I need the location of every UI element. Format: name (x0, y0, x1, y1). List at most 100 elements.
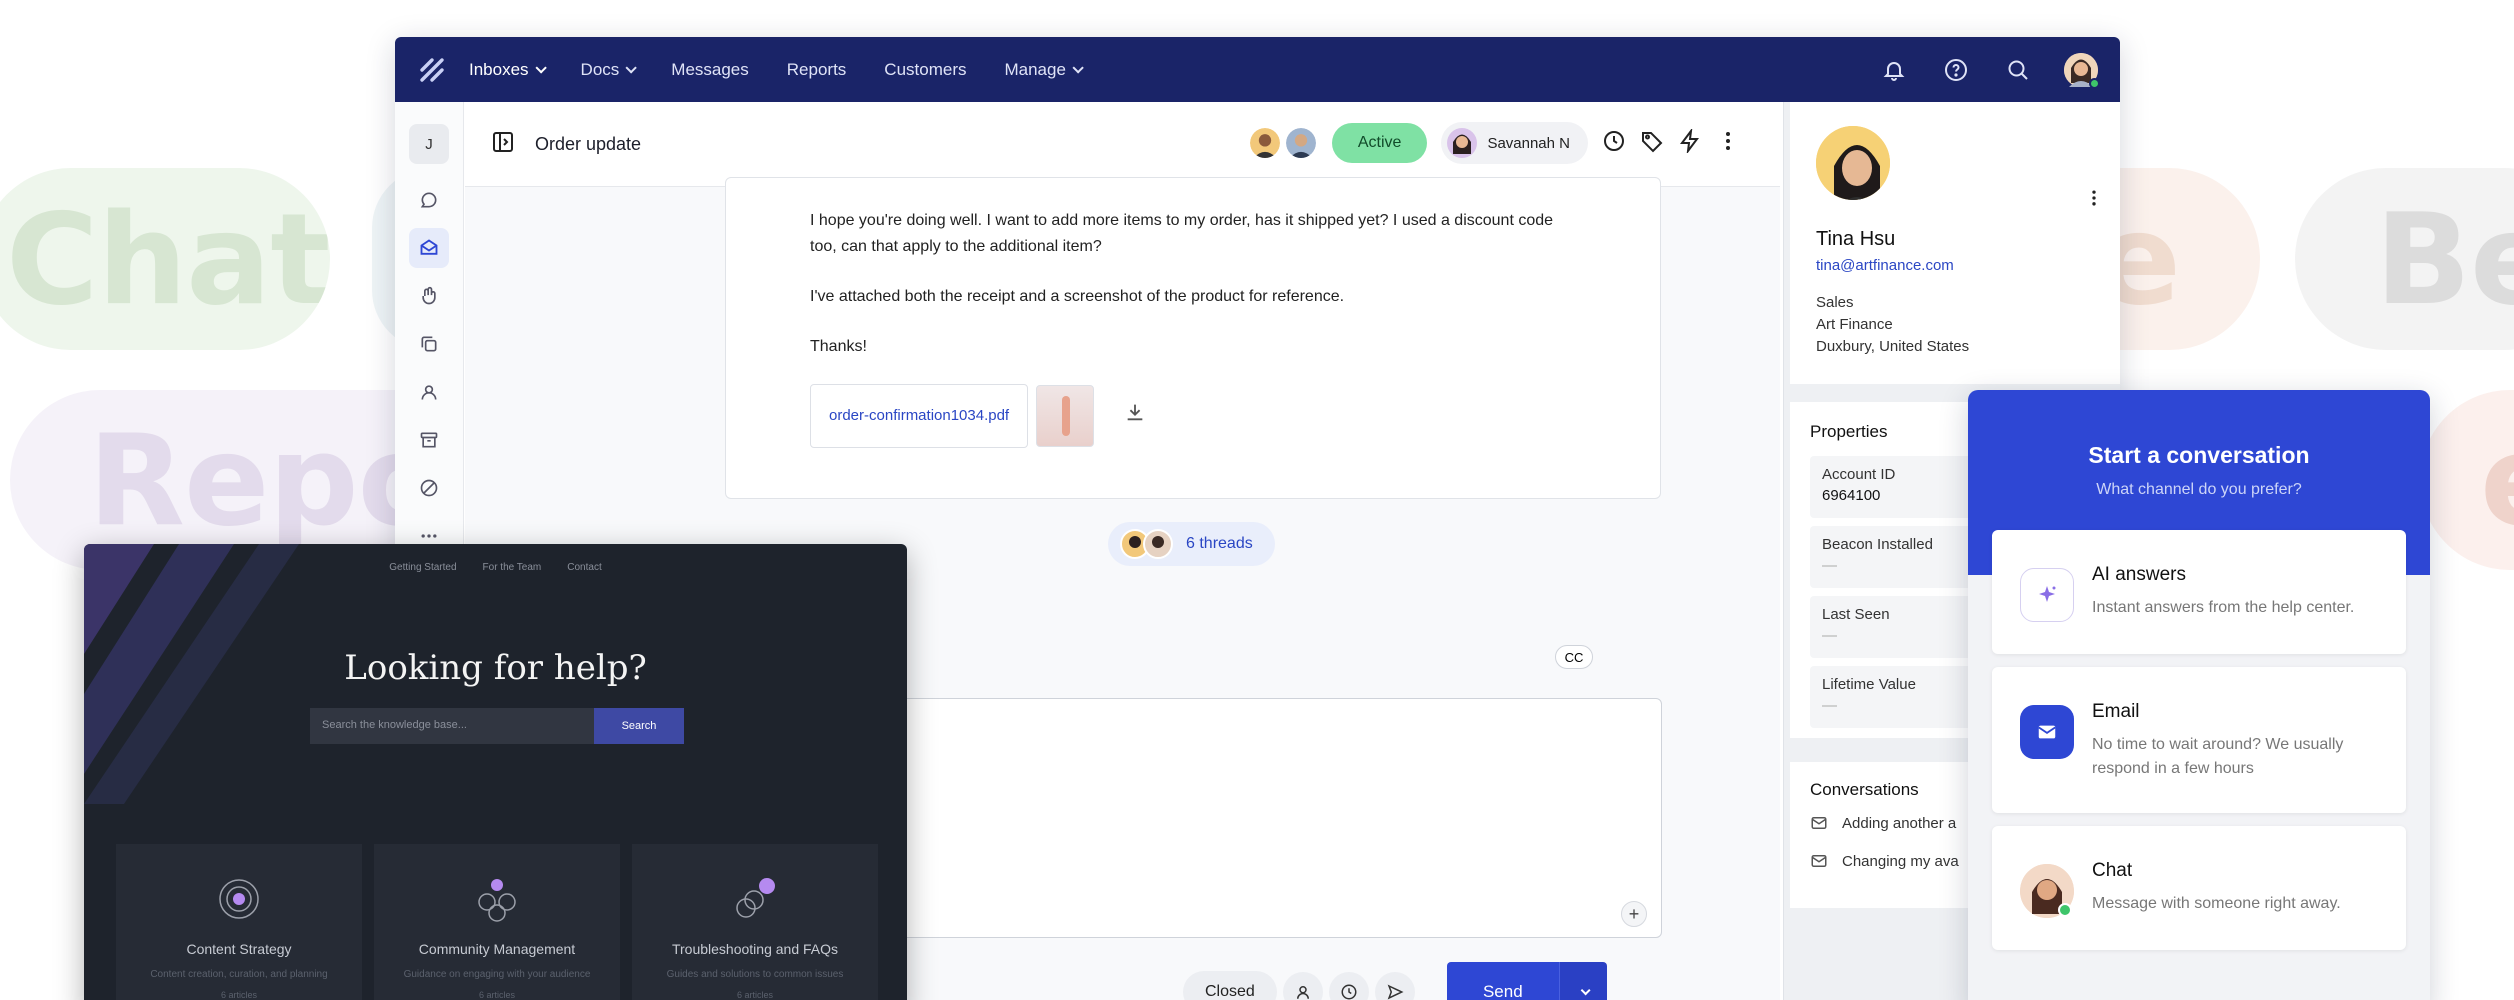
chat-agent-avatar (2020, 864, 2074, 918)
bell-icon[interactable] (1878, 54, 1910, 86)
profile-more-icon[interactable] (2084, 188, 2104, 213)
sidebar-toggle-icon[interactable] (491, 130, 515, 159)
kb-category-card[interactable]: Community Management Guidance on engagin… (374, 844, 620, 1000)
kb-card-count: 6 articles (478, 990, 515, 1000)
kb-card-title: Community Management (418, 941, 576, 957)
beacon-subtitle: What channel do you prefer? (2096, 481, 2302, 498)
nav-inboxes[interactable]: Inboxes (469, 59, 547, 80)
status-active-label: Active (1357, 134, 1402, 151)
kb-nav-getting-started[interactable]: Getting Started (389, 562, 456, 573)
community-icon (478, 879, 516, 922)
past-conversation-subject: Changing my ava (1842, 852, 1959, 870)
nav-right-tools (1878, 52, 2120, 89)
kb-navigation: Getting Started For the Team Contact (84, 562, 907, 573)
customer-email[interactable]: tina@artfinance.com (1816, 257, 2094, 274)
cc-button[interactable]: CC (1555, 645, 1593, 669)
send-later-icon[interactable] (1374, 972, 1415, 1000)
beacon-option-ai-answers[interactable]: AI answers Instant answers from the help… (1992, 530, 2406, 654)
rail-archive-icon[interactable] (409, 420, 449, 460)
chevron-down-icon (535, 61, 547, 74)
download-icon[interactable] (1124, 401, 1146, 432)
envelope-icon (2020, 705, 2074, 759)
conversation-header-actions: Active Savannah N (1247, 122, 1740, 164)
nav-inboxes-label: Inboxes (469, 59, 529, 79)
top-navigation: Inboxes Docs Messages Reports Customers … (395, 37, 2120, 102)
kb-search-input[interactable]: Search the knowledge base... (310, 708, 594, 744)
message-paragraph: Thanks! (810, 338, 867, 355)
nav-customers-label: Customers (884, 59, 967, 79)
online-status-dot (2089, 77, 2100, 89)
target-icon (219, 879, 259, 919)
assign-person-icon[interactable] (1282, 972, 1323, 1000)
sparkle-icon (2020, 568, 2074, 622)
participant-avatar (1247, 126, 1282, 160)
snooze-clock-icon[interactable] (1328, 972, 1369, 1000)
assignee-name: Savannah N (1487, 134, 1570, 152)
status-active-button[interactable]: Active (1331, 123, 1428, 163)
nav-docs-label: Docs (580, 59, 620, 79)
nav-customers[interactable]: Customers (884, 60, 966, 80)
kb-category-card[interactable]: Content Strategy Content creation, curat… (116, 844, 362, 1000)
bg-word-chat: Chat (6, 185, 330, 333)
customer-profile-card: Tina Hsu tina@artfinance.com Sales Art F… (1790, 102, 2120, 384)
marketing-stage: Chat Repor e Be en Inboxes Docs Messages… (0, 0, 2514, 1000)
rail-block-icon[interactable] (409, 468, 449, 508)
thread-participants-avatars (1120, 529, 1173, 559)
kb-search-button[interactable]: Search (594, 708, 684, 744)
nav-messages[interactable]: Messages (671, 60, 748, 80)
attachment-image-thumbnail[interactable] (1036, 385, 1095, 447)
rail-chat-icon[interactable] (409, 180, 449, 220)
rail-user-initial[interactable]: J (409, 124, 449, 164)
option-title: AI answers (2092, 564, 2186, 585)
add-attachment-button[interactable]: + (1621, 901, 1647, 927)
kb-card-title: Troubleshooting and FAQs (671, 941, 839, 957)
rail-copy-icon[interactable] (409, 324, 449, 364)
mail-icon (1811, 817, 1827, 829)
option-description: Instant answers from the help center. (2092, 599, 2355, 616)
threads-count-label: 6 threads (1186, 535, 1253, 552)
tag-icon[interactable] (1640, 129, 1664, 158)
rail-inbox-icon[interactable] (409, 228, 449, 268)
clock-icon[interactable] (1602, 129, 1626, 158)
beacon-option-chat[interactable]: Chat Message with someone right away. (1992, 826, 2406, 950)
kb-nav-contact[interactable]: Contact (567, 562, 601, 573)
kb-category-card[interactable]: Troubleshooting and FAQs Guides and solu… (632, 844, 878, 1000)
nav-reports[interactable]: Reports (787, 60, 847, 80)
help-icon[interactable] (1940, 54, 1972, 86)
nav-manage[interactable]: Manage (1004, 60, 1084, 80)
bg-word-em: en (2480, 407, 2514, 554)
kb-nav-for-the-team[interactable]: For the Team (483, 562, 542, 573)
reply-editor[interactable]: + (895, 698, 1662, 938)
user-avatar[interactable] (2064, 52, 2100, 89)
send-button[interactable]: Send (1446, 962, 1559, 1000)
kb-card-description: Guides and solutions to common issues (666, 969, 844, 980)
rail-person-icon[interactable] (409, 372, 449, 412)
threads-count-button[interactable]: 6 threads (1108, 522, 1275, 566)
beacon-option-email[interactable]: Email No time to wait around? We usually… (1992, 667, 2406, 813)
customer-name: Tina Hsu (1816, 228, 1896, 250)
message-paragraph: I've attached both the receipt and a scr… (810, 288, 1345, 305)
status-closed-button[interactable]: Closed (1183, 971, 1277, 1000)
nav-docs[interactable]: Docs (580, 59, 638, 80)
app-logo-icon[interactable] (415, 53, 449, 87)
conversation-title: Order update (535, 133, 642, 154)
search-icon[interactable] (2002, 54, 2034, 86)
reply-action-bar: Closed Send (1183, 962, 1607, 1000)
more-options-icon[interactable] (1716, 129, 1740, 158)
customer-location: Duxbury, United States (1816, 338, 1970, 355)
kb-card-description: Guidance on engaging with your audience (403, 969, 591, 980)
rail-hand-icon[interactable] (409, 276, 449, 316)
assignee-button[interactable]: Savannah N (1441, 122, 1588, 164)
message-paragraph: I hope you're doing well. I want to add … (810, 212, 1554, 255)
kb-card-title: Content Strategy (186, 941, 292, 957)
kb-search-form: Search the knowledge base... Search (310, 708, 684, 744)
workflow-bolt-icon[interactable] (1678, 126, 1702, 158)
knowledge-base-site: Getting Started For the Team Contact Loo… (84, 544, 907, 1000)
customer-role: Sales (1816, 294, 1854, 311)
bg-pill-be: Be (2295, 168, 2514, 350)
participant-avatar (1283, 126, 1318, 160)
send-options-dropdown[interactable] (1558, 962, 1607, 1000)
past-conversation-subject: Adding another a (1842, 814, 1957, 832)
attachment-file-link[interactable]: order-confirmation1034.pdf (810, 384, 1029, 448)
kb-title: Looking for help? (344, 648, 647, 688)
